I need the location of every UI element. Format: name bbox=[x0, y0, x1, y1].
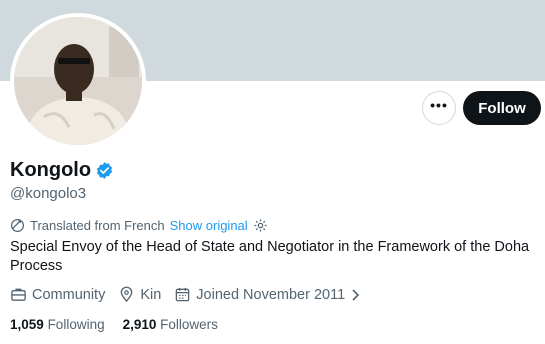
profile-handle: @kongolo3 bbox=[10, 185, 87, 202]
profile-name: Kongolo bbox=[10, 159, 92, 181]
joined-label: Joined November 2011 bbox=[196, 286, 346, 303]
more-icon: ••• bbox=[430, 97, 448, 113]
followers-link[interactable]: 2,910 Followers bbox=[123, 317, 218, 332]
profile-meta: Community Kin Joined November 2011 bbox=[10, 286, 375, 303]
following-label: Following bbox=[47, 317, 105, 332]
name-row: Kongolo bbox=[10, 159, 114, 182]
chevron-right-icon bbox=[352, 288, 360, 301]
translation-notice: Translated from French Show original bbox=[10, 218, 268, 233]
joined-item[interactable]: Joined November 2011 bbox=[174, 286, 362, 303]
translated-label: Translated from French bbox=[30, 218, 165, 233]
calendar-icon bbox=[175, 287, 190, 302]
following-count: 1,059 bbox=[10, 317, 44, 332]
followers-count: 2,910 bbox=[122, 317, 157, 332]
more-options-button[interactable]: ••• bbox=[422, 91, 456, 125]
category-item: Community bbox=[10, 286, 105, 303]
translate-icon bbox=[10, 218, 25, 233]
gear-icon[interactable] bbox=[253, 218, 268, 233]
avatar[interactable] bbox=[10, 13, 146, 149]
location-label: Kin bbox=[140, 286, 162, 303]
follow-button[interactable]: Follow bbox=[463, 91, 541, 125]
verified-badge-icon[interactable] bbox=[95, 161, 114, 180]
briefcase-icon bbox=[11, 288, 26, 301]
profile-bio: Special Envoy of the Head of State and N… bbox=[10, 239, 530, 274]
follow-counts: 1,059 Following 2,910 Followers bbox=[10, 317, 236, 332]
location-pin-icon bbox=[120, 286, 133, 303]
following-link[interactable]: 1,059 Following bbox=[10, 317, 105, 332]
category-label: Community bbox=[32, 286, 106, 303]
followers-label: Followers bbox=[160, 317, 218, 332]
location-item: Kin bbox=[118, 286, 161, 303]
show-original-link[interactable]: Show original bbox=[170, 218, 248, 233]
